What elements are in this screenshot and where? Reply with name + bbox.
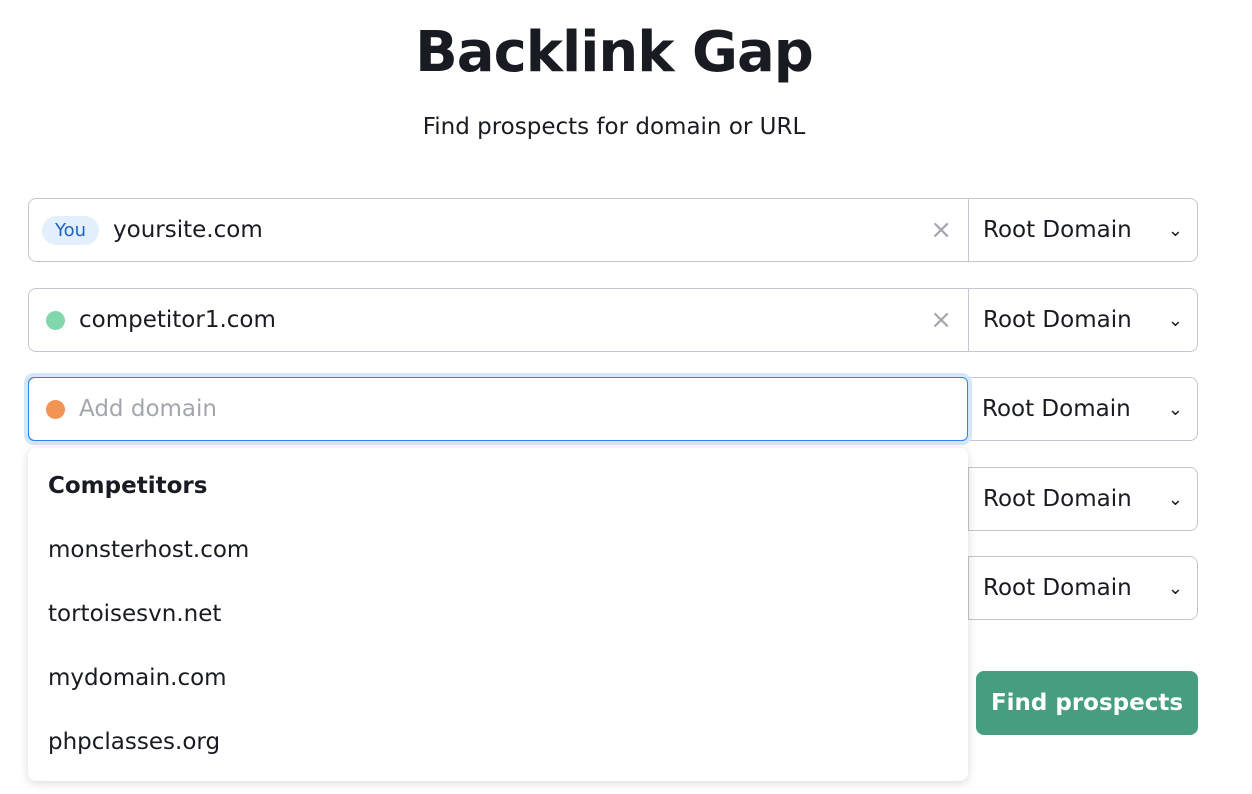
dropdown-heading: Competitors	[48, 473, 208, 499]
scope-value: Root Domain	[983, 307, 1132, 333]
chevron-down-icon: ⌄	[1167, 309, 1183, 331]
chevron-down-icon: ⌄	[1167, 488, 1183, 510]
domain-row-you: You yoursite.com × Root Domain ⌄	[28, 198, 1198, 262]
domain-row-competitor-2: Add domain Root Domain ⌄	[28, 377, 1198, 441]
suggestion-item[interactable]: tortoisesvn.net	[48, 601, 221, 627]
suggestion-item[interactable]: monsterhost.com	[48, 537, 249, 563]
scope-value: Root Domain	[983, 486, 1132, 512]
scope-select[interactable]: Root Domain ⌄	[969, 575, 1197, 601]
scope-select[interactable]: Root Domain ⌄	[969, 217, 1197, 243]
you-badge: You	[42, 215, 100, 245]
scope-value: Root Domain	[983, 575, 1132, 601]
page-subtitle: Find prospects for domain or URL	[422, 114, 806, 140]
competitor-color-dot	[46, 399, 65, 419]
domain-value: competitor1.com	[79, 307, 276, 333]
suggestion-item[interactable]: mydomain.com	[48, 665, 227, 691]
page-title: Backlink Gap	[415, 20, 814, 85]
clear-icon[interactable]: ×	[930, 215, 952, 245]
chevron-down-icon: ⌄	[1167, 398, 1183, 420]
find-prospects-button[interactable]: Find prospects	[976, 671, 1198, 735]
domain-input[interactable]: competitor1.com ×	[29, 289, 969, 351]
chevron-down-icon: ⌄	[1167, 577, 1183, 599]
domain-placeholder: Add domain	[79, 396, 217, 422]
scope-select[interactable]: Root Domain ⌄	[969, 307, 1197, 333]
domain-input[interactable]: Add domain	[28, 377, 968, 441]
clear-icon[interactable]: ×	[930, 305, 952, 335]
scope-value: Root Domain	[982, 396, 1131, 422]
suggestion-item[interactable]: phpclasses.org	[48, 729, 220, 755]
competitor-color-dot	[46, 310, 65, 330]
scope-value: Root Domain	[983, 217, 1132, 243]
scope-select[interactable]: Root Domain ⌄	[968, 396, 1197, 422]
scope-select[interactable]: Root Domain ⌄	[969, 486, 1197, 512]
domain-value: yoursite.com	[113, 217, 263, 243]
domain-row-competitor-1: competitor1.com × Root Domain ⌄	[28, 288, 1198, 352]
chevron-down-icon: ⌄	[1167, 219, 1183, 241]
competitor-suggestions-dropdown: Competitors monsterhost.com tortoisesvn.…	[28, 448, 968, 781]
domain-input[interactable]: You yoursite.com ×	[29, 199, 969, 261]
